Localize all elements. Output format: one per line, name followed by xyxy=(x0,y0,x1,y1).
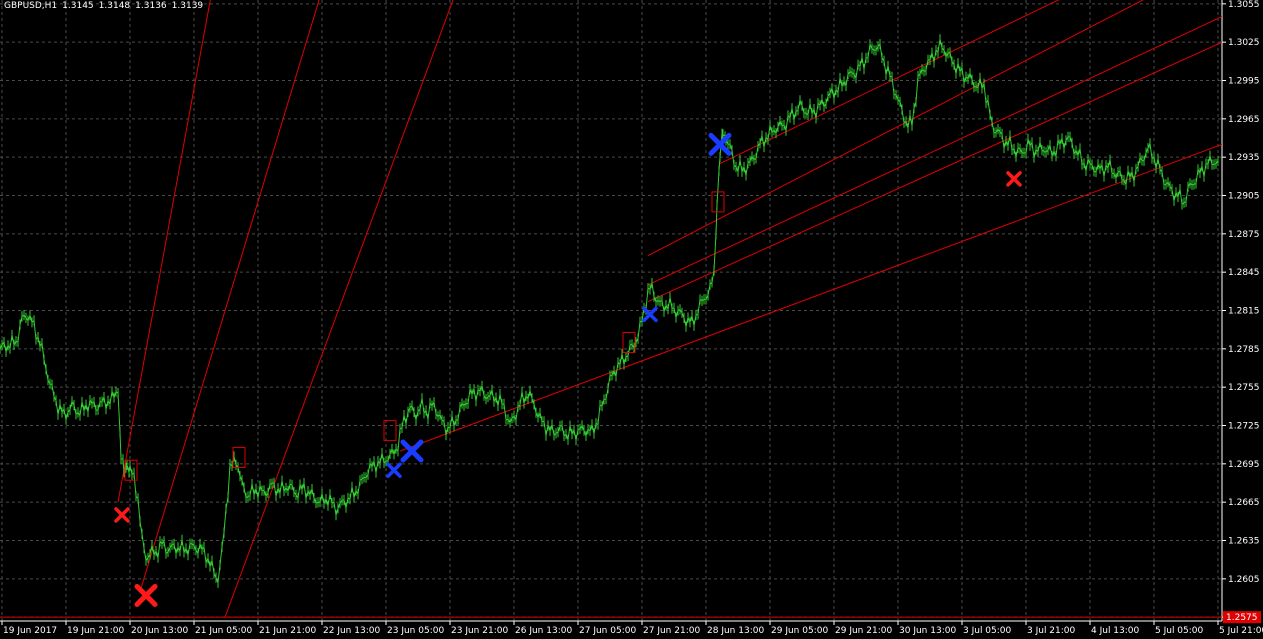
y-tick-label: 1.2935 xyxy=(1228,153,1260,163)
price-chart[interactable]: 1.3055 1.3025 1.2995 1.2965 1.2935 1.2905 1.28… xyxy=(0,0,1263,639)
x-tick-label: 23 Jun 21:00 xyxy=(451,626,508,636)
x-tick-label: 27 Jun 21:00 xyxy=(643,626,700,636)
plot-area xyxy=(0,0,1222,618)
signal-box xyxy=(232,446,246,468)
x-tick-label: 4 Jul 13:00 xyxy=(1091,626,1140,636)
low-price: 1.3136 xyxy=(135,1,167,11)
trendline xyxy=(647,0,1144,257)
trendline xyxy=(399,143,1222,452)
x-tick-label: 22 Jun 13:00 xyxy=(323,626,380,636)
y-tick-label: 1.2995 xyxy=(1228,77,1260,87)
x-tick-label: 30 Jun 13:00 xyxy=(899,626,956,636)
x-tick-label: 5 Jul 21:00 xyxy=(1219,626,1263,636)
trendline xyxy=(224,0,454,618)
y-tick-label: 1.2635 xyxy=(1228,537,1260,547)
x-tick-label: 29 Jun 05:00 xyxy=(771,626,828,636)
trendline xyxy=(139,0,320,592)
x-tick-label: 23 Jun 05:00 xyxy=(387,626,444,636)
y-tick-label: 1.2815 xyxy=(1228,307,1260,317)
y-tick-label: 1.2725 xyxy=(1228,422,1260,432)
y-tick-label: 1.2695 xyxy=(1228,460,1260,470)
x-tick-label: 20 Jun 13:00 xyxy=(131,626,188,636)
signal-box xyxy=(383,420,397,442)
open-price: 1.3145 xyxy=(62,1,94,11)
y-tick-label: 1.2605 xyxy=(1228,575,1260,585)
trendline xyxy=(719,0,1060,165)
symbol-header: GBPUSD,H1 1.3145 1.3148 1.3136 1.3139 xyxy=(4,1,208,11)
close-price: 1.3139 xyxy=(171,1,204,11)
x-tick-label: 26 Jun 13:00 xyxy=(515,626,572,636)
x-tick-label: 21 Jun 21:00 xyxy=(259,626,316,636)
y-tick-label: 1.2905 xyxy=(1228,192,1260,202)
current-price-label: 1.2575 xyxy=(1226,613,1258,623)
x-tick-label: 5 Jul 05:00 xyxy=(1155,626,1204,636)
x-tick-label: 29 Jun 21:00 xyxy=(835,626,892,636)
y-tick-label: 1.2665 xyxy=(1228,498,1260,508)
x-tick-label: 3 Jul 05:00 xyxy=(963,626,1012,636)
x-tick-label: 19 Jun 21:00 xyxy=(67,626,124,636)
chart-window[interactable]: 1.3055 1.3025 1.2995 1.2965 1.2935 1.2905 1.28… xyxy=(0,0,1263,639)
x-tick-label: 28 Jun 13:00 xyxy=(707,626,764,636)
y-tick-label: 1.2875 xyxy=(1228,230,1260,240)
y-tick-label: 1.2845 xyxy=(1228,268,1260,278)
y-tick-label: 1.2965 xyxy=(1228,115,1260,125)
y-tick-label: 1.3055 xyxy=(1228,0,1260,10)
price-line xyxy=(0,39,1219,583)
high-price: 1.3148 xyxy=(98,1,131,11)
y-tick-label: 1.2785 xyxy=(1228,345,1260,355)
y-tick-label: 1.3025 xyxy=(1228,38,1260,48)
x-tick-label: 27 Jun 05:00 xyxy=(579,626,636,636)
x-tick-label: 21 Jun 05:00 xyxy=(195,626,252,636)
symbol-label: GBPUSD,H1 xyxy=(4,1,58,11)
trendline xyxy=(117,0,211,503)
x-tick-label: 19 Jun 2017 xyxy=(3,626,57,636)
x-tick-label: 3 Jul 21:00 xyxy=(1027,626,1076,636)
y-tick-label: 1.2755 xyxy=(1228,383,1260,393)
